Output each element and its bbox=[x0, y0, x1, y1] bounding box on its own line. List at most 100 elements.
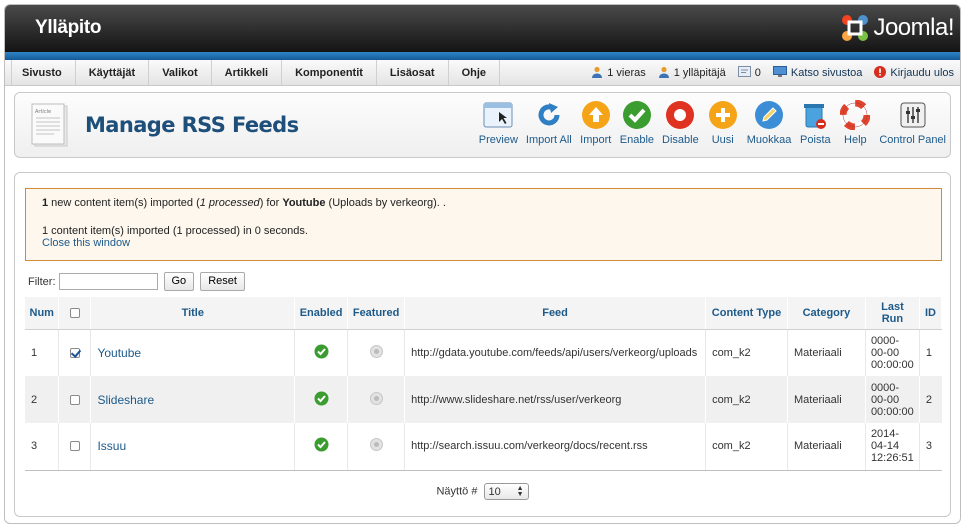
row-enabled[interactable] bbox=[294, 376, 349, 423]
featured-off-icon[interactable] bbox=[369, 344, 383, 358]
row-category: Materiaali bbox=[787, 376, 866, 423]
col-id[interactable]: ID bbox=[919, 297, 943, 330]
import-all-button[interactable]: Import All bbox=[522, 99, 576, 146]
admins-count: 1 ylläpitäjä bbox=[673, 67, 726, 79]
new-label: Uusi bbox=[711, 134, 734, 146]
control-panel-button[interactable]: Control Panel bbox=[875, 99, 950, 146]
table-header-row: Num Title Enabled Featured Feed Content … bbox=[25, 297, 943, 330]
select-all-checkbox[interactable] bbox=[69, 307, 80, 318]
trash-icon bbox=[799, 99, 831, 131]
row-featured[interactable] bbox=[347, 423, 406, 471]
enabled-check-icon[interactable] bbox=[314, 391, 329, 406]
row-featured[interactable] bbox=[347, 329, 406, 376]
feeds-table: Num Title Enabled Featured Feed Content … bbox=[25, 297, 943, 471]
col-feed[interactable]: Feed bbox=[404, 297, 707, 330]
help-button[interactable]: Help bbox=[835, 99, 875, 146]
row-content-type: com_k2 bbox=[705, 423, 788, 471]
table-row: 1 Youtube http://gdata.youtube.com/feeds… bbox=[25, 329, 942, 376]
messages-icon bbox=[737, 66, 751, 80]
admins-status: 1 ylläpitäjä bbox=[658, 66, 726, 81]
display-num-select[interactable]: 10 ▲ ▼ bbox=[483, 483, 529, 500]
preview-icon bbox=[482, 99, 514, 131]
row-checkbox[interactable] bbox=[69, 347, 80, 358]
row-select[interactable] bbox=[58, 329, 92, 376]
enabled-check-icon[interactable] bbox=[314, 437, 329, 452]
row-last-run: 2014- 04-14 12:26:51 bbox=[865, 423, 920, 471]
import-summary: 1 content item(s) imported (1 processed)… bbox=[42, 225, 308, 237]
col-content-type[interactable]: Content Type bbox=[705, 297, 788, 330]
menu-item-ohje[interactable]: Ohje bbox=[449, 60, 501, 85]
row-id: 1 bbox=[919, 329, 942, 376]
filter-label: Filter: bbox=[28, 275, 56, 288]
toolbar-buttons: Preview Import All Import Enable Disable bbox=[475, 99, 950, 146]
edit-button[interactable]: Muokkaa bbox=[743, 99, 796, 146]
joomla-logo[interactable]: Joomla! bbox=[840, 13, 954, 43]
new-button[interactable]: Uusi bbox=[703, 99, 743, 146]
messages-status[interactable]: 0 bbox=[737, 66, 761, 80]
row-select[interactable] bbox=[58, 423, 92, 471]
feed-title-link[interactable]: Youtube bbox=[97, 346, 141, 360]
pagination: Näyttö # 10 ▲ ▼ bbox=[15, 483, 950, 500]
view-site-label: Katso sivustoa bbox=[790, 67, 863, 79]
feed-title-link[interactable]: Issuu bbox=[97, 439, 126, 453]
enable-button[interactable]: Enable bbox=[616, 99, 658, 146]
help-label: Help bbox=[844, 134, 867, 146]
menu-item-sivusto[interactable]: Sivusto bbox=[11, 60, 76, 85]
lifebuoy-icon bbox=[839, 99, 871, 131]
edit-label: Muokkaa bbox=[746, 134, 792, 146]
disable-button[interactable]: Disable bbox=[658, 99, 703, 146]
enable-label: Enable bbox=[619, 134, 655, 146]
row-feed-url: http://www.slideshare.net/rss/user/verke… bbox=[404, 376, 707, 423]
delete-button[interactable]: Poista bbox=[795, 99, 835, 146]
row-num: 3 bbox=[25, 423, 60, 471]
row-category: Materiaali bbox=[787, 329, 866, 376]
col-featured[interactable]: Featured bbox=[347, 297, 406, 330]
col-num[interactable]: Num bbox=[25, 297, 60, 330]
messages-count: 0 bbox=[754, 67, 761, 79]
menu-item-artikkeli[interactable]: Artikkeli bbox=[212, 60, 283, 85]
featured-off-icon[interactable] bbox=[369, 391, 383, 405]
menu-item-komponentit[interactable]: Komponentit bbox=[282, 60, 377, 85]
visitors-count: 1 vieras bbox=[607, 67, 646, 79]
row-checkbox[interactable] bbox=[69, 394, 80, 405]
menu-item-lisaosat[interactable]: Lisäosat bbox=[377, 60, 449, 85]
view-site-link[interactable]: Katso sivustoa bbox=[772, 66, 863, 80]
col-enabled[interactable]: Enabled bbox=[294, 297, 349, 330]
menu-item-kayttajat[interactable]: Käyttäjät bbox=[76, 60, 150, 85]
disable-label: Disable bbox=[662, 134, 699, 146]
import-button[interactable]: Import bbox=[576, 99, 616, 146]
import-all-label: Import All bbox=[525, 134, 572, 146]
row-featured[interactable] bbox=[347, 376, 406, 423]
admin-user-icon bbox=[658, 66, 670, 81]
filter-bar: Filter: Go Reset bbox=[28, 272, 245, 291]
filter-input[interactable] bbox=[58, 273, 158, 290]
display-num-value: 10 bbox=[488, 485, 501, 498]
preview-button[interactable]: Preview bbox=[475, 99, 522, 146]
featured-off-icon[interactable] bbox=[369, 438, 383, 452]
enabled-check-icon[interactable] bbox=[314, 344, 329, 359]
go-button[interactable]: Go bbox=[163, 272, 195, 291]
feed-title-link[interactable]: Slideshare bbox=[97, 393, 154, 407]
logout-link[interactable]: Kirjaudu ulos bbox=[874, 65, 954, 81]
row-enabled[interactable] bbox=[294, 423, 349, 471]
col-title[interactable]: Title bbox=[90, 297, 296, 330]
up-arrow-icon bbox=[580, 99, 612, 131]
col-category[interactable]: Category bbox=[787, 297, 866, 330]
reset-button[interactable]: Reset bbox=[200, 272, 245, 291]
close-window-link[interactable]: Close this window bbox=[42, 237, 130, 249]
status-area: 1 vieras 1 ylläpitäjä 0 Katso sivustoa K… bbox=[579, 60, 954, 86]
select-arrows-icon: ▲ ▼ bbox=[516, 484, 524, 498]
main-menu-bar: Sivusto Käyttäjät Valikot Artikkeli Komp… bbox=[5, 60, 960, 86]
row-enabled[interactable] bbox=[294, 329, 349, 376]
row-checkbox[interactable] bbox=[69, 441, 80, 452]
delete-label: Poista bbox=[800, 134, 831, 146]
col-select-all[interactable] bbox=[58, 297, 92, 330]
table-row: 3 Issuu http://search.issuu.com/verkeorg… bbox=[25, 423, 942, 471]
logo-text: Joomla! bbox=[873, 14, 954, 41]
row-category: Materiaali bbox=[787, 423, 866, 471]
menu-item-valikot[interactable]: Valikot bbox=[149, 60, 212, 85]
article-page-icon: Article bbox=[31, 103, 68, 147]
row-select[interactable] bbox=[58, 376, 92, 423]
col-last-run[interactable]: Last Run bbox=[865, 297, 920, 330]
refresh-icon bbox=[533, 99, 565, 131]
